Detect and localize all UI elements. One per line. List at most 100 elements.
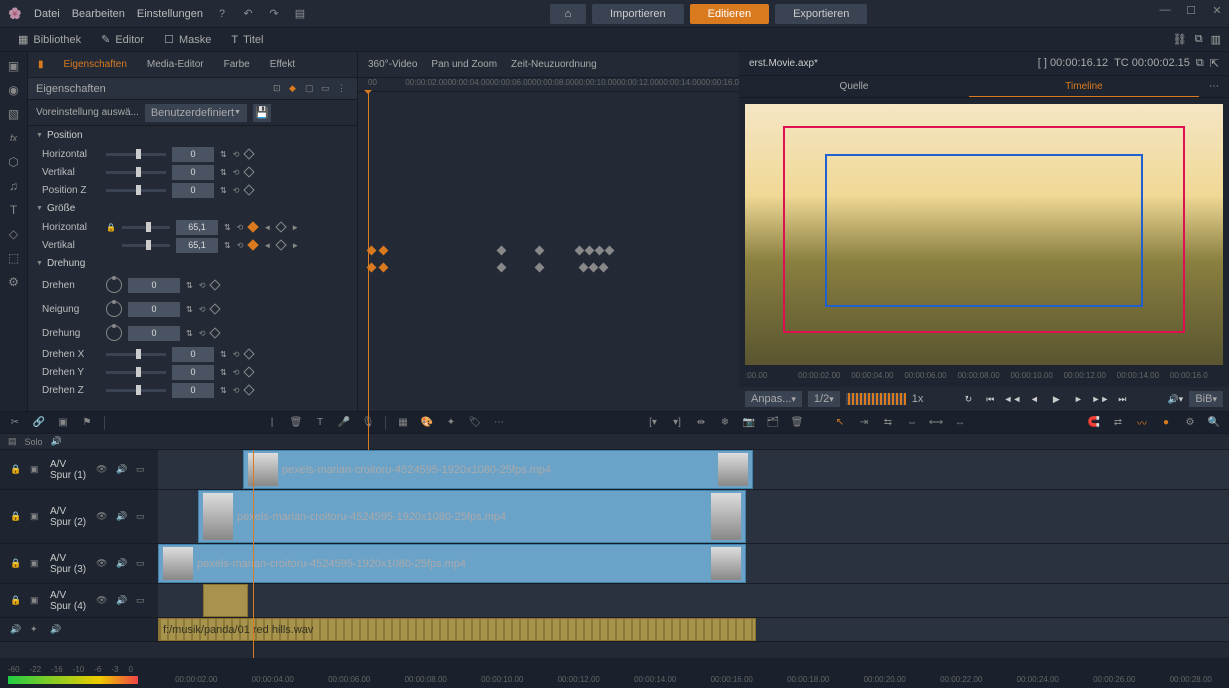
safe-zone-inner[interactable] — [825, 154, 1143, 307]
group-size[interactable]: Größe — [36, 203, 349, 214]
tool-zoom-icon[interactable]: 🔍 — [1207, 416, 1221, 430]
video-icon[interactable]: ▣ — [30, 464, 42, 476]
undock-icon[interactable]: ⇱ — [1210, 57, 1219, 70]
speaker-icon[interactable]: 🔊 — [116, 595, 128, 607]
next-kf-icon[interactable]: ► — [291, 223, 299, 232]
slider-ry[interactable] — [106, 371, 166, 374]
redo-icon[interactable]: ↷ — [267, 7, 281, 21]
menu-file[interactable]: Datei — [34, 8, 60, 20]
reset-prop-icon[interactable]: ⟲ — [233, 168, 240, 177]
stepper-icon[interactable]: ⇅ — [220, 368, 227, 377]
tab-more-icon[interactable]: ⋯ — [1199, 76, 1229, 97]
kf-ry[interactable] — [244, 366, 255, 377]
tool-cut-icon[interactable]: ✂ — [8, 416, 22, 430]
tool-fx-icon[interactable]: fx — [6, 130, 22, 146]
proptab-timeremap[interactable]: Zeit-Neuzuordnung — [511, 59, 597, 70]
eye-icon[interactable]: 👁 — [96, 511, 108, 523]
keyframe-marker[interactable] — [575, 246, 585, 256]
dial-rotate[interactable] — [106, 277, 122, 293]
monitor-icon[interactable]: ▭ — [136, 558, 148, 570]
goto-start-icon[interactable]: ⏮ — [982, 391, 998, 407]
tool-link-icon[interactable]: 🔗 — [32, 416, 46, 430]
stepper-icon[interactable]: ⇅ — [220, 186, 227, 195]
kf-pos-h[interactable] — [244, 148, 255, 159]
reset-prop-icon[interactable]: ⟲ — [233, 186, 240, 195]
kf-rot2[interactable] — [210, 327, 221, 338]
mask-tab[interactable]: ☐Maske — [154, 28, 221, 52]
eye-icon[interactable]: 👁 — [96, 558, 108, 570]
tool-clip-icon[interactable]: ▣ — [6, 58, 22, 74]
spin-ry[interactable]: 0 — [172, 365, 214, 380]
spin-size-v[interactable]: 65,1 — [176, 238, 218, 253]
maximize-icon[interactable]: ☐ — [1183, 4, 1199, 17]
lock-icon[interactable]: 🔒 — [10, 464, 22, 476]
reset-icon[interactable]: ▢ — [305, 83, 317, 95]
kf-tilt[interactable] — [210, 303, 221, 314]
spin-rot2[interactable]: 0 — [128, 326, 180, 341]
volume-icon[interactable]: 🔊 — [50, 624, 62, 636]
tool-transitions-icon[interactable]: ▧ — [6, 106, 22, 122]
kf-pos-z[interactable] — [244, 184, 255, 195]
spin-tilt[interactable]: 0 — [128, 302, 180, 317]
help-icon[interactable]: ? — [215, 7, 229, 21]
tool-misc-icon[interactable]: ⚙ — [6, 274, 22, 290]
kf-rx[interactable] — [244, 348, 255, 359]
reset-prop-icon[interactable]: ⟲ — [199, 305, 206, 314]
editor-tab[interactable]: ✎Editor — [91, 28, 154, 52]
tool-del-icon[interactable]: 🗑 — [790, 416, 804, 430]
kf-toggle-icon[interactable]: ◆ — [289, 83, 301, 95]
monitor-icon[interactable]: ▭ — [136, 511, 148, 523]
stepper-icon[interactable]: ⇅ — [220, 168, 227, 177]
track-body-1[interactable]: pexels-marian-croitoru-4524595-1920x1080… — [158, 490, 1229, 543]
timeline-tab[interactable]: Timeline — [969, 76, 1199, 97]
clip[interactable]: pexels-marian-croitoru-4524595-1920x1080… — [158, 544, 746, 583]
proptab-panzoom[interactable]: Pan und Zoom — [431, 59, 497, 70]
tool-corrections-icon[interactable]: ⬡ — [6, 154, 22, 170]
speaker-icon[interactable]: 🔊 — [10, 624, 22, 636]
group-rotation[interactable]: Drehung — [36, 258, 349, 269]
source-tab[interactable]: Quelle — [739, 76, 969, 97]
slider-pos-z[interactable] — [106, 189, 166, 192]
monitor-icon[interactable]: ▭ — [136, 595, 148, 607]
save-icon[interactable]: ▤ — [293, 7, 307, 21]
view-mode-select[interactable]: BiB ▾ — [1189, 391, 1223, 407]
speaker-icon[interactable]: 🔊 — [116, 511, 128, 523]
keyframe-marker[interactable] — [497, 246, 507, 256]
tool-trim-icon[interactable]: ⇥ — [857, 416, 871, 430]
tool-audio-icon[interactable]: ♫ — [6, 178, 22, 194]
track-body-0[interactable]: pexels-marian-croitoru-4524595-1920x1080… — [158, 450, 1229, 489]
keyframe-marker[interactable] — [585, 246, 595, 256]
tool-shapes-icon[interactable]: ◇ — [6, 226, 22, 242]
dial-rot2[interactable] — [106, 325, 122, 341]
tool-settings-icon[interactable]: ⚙ — [1183, 416, 1197, 430]
stepper-icon[interactable]: ⇅ — [224, 241, 231, 250]
tool-magnet-icon[interactable]: 🧲 — [1087, 416, 1101, 430]
kf-add[interactable] — [276, 221, 287, 232]
speed-select[interactable]: 1/2 ▾ — [808, 391, 840, 407]
next-kf-icon[interactable]: ► — [291, 241, 299, 250]
keyframe-marker[interactable] — [379, 263, 389, 273]
keyframe-marker[interactable] — [379, 246, 389, 256]
clip[interactable]: pexels-marian-croitoru-4524595-1920x1080… — [198, 490, 746, 543]
audio-clip[interactable]: f:/musik/panda/01 red hills.wav — [158, 618, 756, 641]
minimize-icon[interactable]: — — [1157, 4, 1173, 17]
view-icon[interactable]: ▥ — [1211, 33, 1221, 46]
lock-icon[interactable]: 🔒 — [106, 223, 116, 232]
speaker-icon[interactable]: 🔊 — [116, 558, 128, 570]
reset-prop-icon[interactable]: ⟲ — [233, 386, 240, 395]
tool-group-icon[interactable]: ▣ — [56, 416, 70, 430]
tool-slide-icon[interactable]: ⇔ — [905, 416, 919, 430]
tool-stretch-icon[interactable]: ↔ — [953, 416, 967, 430]
pin-icon[interactable]: ⊡ — [273, 83, 285, 95]
track-body-2[interactable]: pexels-marian-croitoru-4524595-1920x1080… — [158, 544, 1229, 583]
eye-icon[interactable]: 👁 — [96, 595, 108, 607]
keyframe-marker[interactable] — [497, 263, 507, 273]
keyframe-marker[interactable] — [595, 246, 605, 256]
home-tab[interactable]: ⌂ — [550, 4, 586, 24]
goto-end-icon[interactable]: ⏭ — [1114, 391, 1130, 407]
timeline-ruler[interactable]: -60-22-16-10-6-30 00:00:02.0000:00:04.00… — [0, 658, 1229, 688]
reset-prop-icon[interactable]: ⟲ — [233, 350, 240, 359]
spin-pos-v[interactable]: 0 — [172, 165, 214, 180]
video-viewer[interactable] — [745, 104, 1223, 365]
kf-pos-v[interactable] — [244, 166, 255, 177]
